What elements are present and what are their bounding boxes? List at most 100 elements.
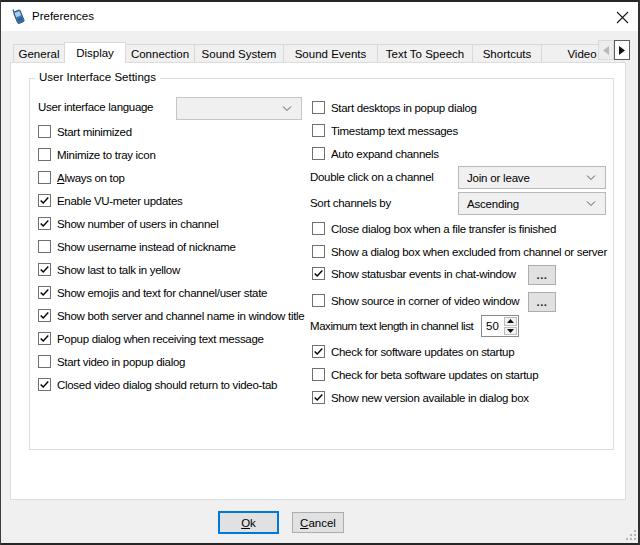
- checkbox-show-username-instead-of-nickname[interactable]: Show username instead of nickname: [38, 239, 236, 254]
- window-title: Preferences: [32, 10, 94, 22]
- checkbox-label: Check for beta software updates on start…: [331, 369, 538, 381]
- checkbox-unchecked[interactable]: [38, 148, 51, 161]
- group-box-title: User Interface Settings: [35, 71, 160, 83]
- ok-button[interactable]: Ok: [218, 511, 279, 534]
- checkbox-unchecked[interactable]: [38, 355, 51, 368]
- checkbox-closed-video-dialog-should-return-to-vid[interactable]: Closed video dialog should return to vid…: [38, 377, 277, 392]
- chevron-down-icon: [586, 201, 596, 207]
- checkbox-unchecked[interactable]: [38, 171, 51, 184]
- language-select[interactable]: [176, 97, 302, 120]
- checkbox-show-emojis-and-text-for-channel-user-st[interactable]: Show emojis and text for channel/user st…: [38, 285, 267, 300]
- sort-channels-label: Sort channels by: [310, 197, 391, 209]
- checkbox-checked[interactable]: [38, 194, 51, 207]
- checkbox-label: Timestamp text messages: [331, 125, 458, 137]
- checkbox-checked[interactable]: [38, 332, 51, 345]
- spin-up-icon[interactable]: [504, 317, 517, 326]
- checkbox-enable-vu-meter-updates[interactable]: Enable VU-meter updates: [38, 193, 182, 208]
- checkbox-show-last-to-talk-in-yellow[interactable]: Show last to talk in yellow: [38, 262, 180, 277]
- checkbox-label: Enable VU-meter updates: [57, 195, 182, 207]
- double-click-label: Double click on a channel: [310, 171, 434, 183]
- checkbox-label: Show emojis and text for channel/user st…: [57, 287, 267, 299]
- checkbox-show-statusbar-events-in-chat-window[interactable]: Show statusbar events in chat-window: [312, 266, 516, 281]
- checkbox-unchecked[interactable]: [312, 147, 325, 160]
- checkbox-unchecked[interactable]: [312, 222, 325, 235]
- checkbox-label: Show new version available in dialog box: [331, 392, 529, 404]
- checkbox-start-minimized[interactable]: Start minimized: [38, 124, 132, 139]
- checkbox-unchecked[interactable]: [38, 125, 51, 138]
- checkbox-unchecked[interactable]: [312, 245, 325, 258]
- tab-scroll-left-icon[interactable]: [598, 40, 614, 60]
- statusbar-events-browse-button[interactable]: ...: [528, 265, 556, 285]
- checkbox-label: Show username instead of nickname: [57, 241, 236, 253]
- checkbox-unchecked[interactable]: [312, 368, 325, 381]
- chevron-down-icon: [282, 106, 292, 112]
- checkbox-checked[interactable]: [38, 378, 51, 391]
- checkbox-check-for-beta-software-updates-on-start[interactable]: Check for beta software updates on start…: [312, 367, 538, 382]
- checkbox-label: Start desktops in popup dialog: [331, 102, 477, 114]
- checkbox-show-both-server-and-channel-name-in-win[interactable]: Show both server and channel name in win…: [38, 308, 304, 323]
- checkbox-label: Show last to talk in yellow: [57, 264, 180, 276]
- checkbox-label: Minimize to tray icon: [57, 149, 156, 161]
- chevron-down-icon: [586, 175, 596, 181]
- checkbox-checked[interactable]: [312, 391, 325, 404]
- checkbox-checked[interactable]: [38, 263, 51, 276]
- checkbox-start-desktops-in-popup-dialog[interactable]: Start desktops in popup dialog: [312, 100, 477, 115]
- checkbox-label: Show a dialog box when excluded from cha…: [331, 246, 607, 258]
- window-top-edge: [0, 0, 640, 2]
- checkbox-label: Show statusbar events in chat-window: [331, 268, 516, 280]
- sort-channels-select[interactable]: Ascending: [458, 192, 606, 215]
- checkbox-unchecked[interactable]: [312, 101, 325, 114]
- checkbox-checked[interactable]: [312, 345, 325, 358]
- tab-scroll-right-icon[interactable]: [614, 40, 630, 60]
- checkbox-auto-expand-channels[interactable]: Auto expand channels: [312, 146, 439, 161]
- checkbox-unchecked[interactable]: [312, 294, 325, 307]
- checkbox-label: Always on top: [57, 172, 125, 184]
- max-text-length-value: 50: [482, 316, 503, 336]
- checkbox-show-source-in-corner-of-video-window[interactable]: Show source in corner of video window: [312, 293, 519, 308]
- checkbox-show-number-of-users-in-channel[interactable]: Show number of users in channel: [38, 216, 218, 231]
- window-left-edge: [0, 0, 1, 545]
- checkbox-checked[interactable]: [38, 309, 51, 322]
- tab-connection[interactable]: Connection: [125, 44, 195, 62]
- checkbox-label: Start minimized: [57, 126, 132, 138]
- tab-bar: GeneralDisplayConnectionSound SystemSoun…: [13, 41, 622, 62]
- checkbox-checked[interactable]: [38, 286, 51, 299]
- tab-display[interactable]: Display: [64, 42, 126, 63]
- spin-down-icon[interactable]: [504, 327, 517, 336]
- resize-grip-icon[interactable]: [626, 530, 637, 541]
- close-icon[interactable]: [614, 9, 630, 25]
- tab-scroll-buttons: [598, 40, 630, 60]
- video-source-browse-button[interactable]: ...: [528, 292, 556, 312]
- max-text-length-label: Maximum text length in channel list: [310, 320, 473, 332]
- language-label: User interface language: [38, 101, 153, 113]
- app-icon: [10, 7, 28, 25]
- checkbox-label: Auto expand channels: [331, 148, 439, 160]
- checkbox-label: Closed video dialog should return to vid…: [57, 379, 277, 391]
- checkbox-unchecked[interactable]: [312, 124, 325, 137]
- checkbox-check-for-software-updates-on-startup[interactable]: Check for software updates on startup: [312, 344, 514, 359]
- cancel-button[interactable]: Cancel: [292, 512, 344, 533]
- checkbox-show-a-dialog-box-when-excluded-from-cha[interactable]: Show a dialog box when excluded from cha…: [312, 244, 607, 259]
- tab-text-to-speech[interactable]: Text To Speech: [377, 44, 473, 62]
- checkbox-timestamp-text-messages[interactable]: Timestamp text messages: [312, 123, 458, 138]
- checkbox-show-new-version-available-in-dialog-box[interactable]: Show new version available in dialog box: [312, 390, 529, 405]
- checkbox-label: Check for software updates on startup: [331, 346, 514, 358]
- checkbox-popup-dialog-when-receiving-text-message[interactable]: Popup dialog when receiving text message: [38, 331, 264, 346]
- tab-general[interactable]: General: [13, 44, 65, 62]
- checkbox-close-dialog-box-when-a-file-transfer-is[interactable]: Close dialog box when a file transfer is…: [312, 221, 556, 236]
- double-click-select[interactable]: Join or leave: [458, 166, 606, 189]
- checkbox-start-video-in-popup-dialog[interactable]: Start video in popup dialog: [38, 354, 185, 369]
- checkbox-label: Close dialog box when a file transfer is…: [331, 223, 556, 235]
- checkbox-label: Show both server and channel name in win…: [57, 310, 304, 322]
- tab-sound-system[interactable]: Sound System: [194, 44, 284, 62]
- checkbox-checked[interactable]: [38, 217, 51, 230]
- checkbox-always-on-top[interactable]: Always on top: [38, 170, 125, 185]
- checkbox-label: Popup dialog when receiving text message: [57, 333, 264, 345]
- checkbox-minimize-to-tray-icon[interactable]: Minimize to tray icon: [38, 147, 156, 162]
- tab-shortcuts[interactable]: Shortcuts: [472, 44, 542, 62]
- tab-sound-events[interactable]: Sound Events: [283, 44, 378, 62]
- checkbox-unchecked[interactable]: [38, 240, 51, 253]
- preferences-window: Preferences GeneralDisplayConnectionSoun…: [0, 0, 640, 545]
- max-text-length-stepper[interactable]: 50: [481, 315, 519, 337]
- checkbox-checked[interactable]: [312, 267, 325, 280]
